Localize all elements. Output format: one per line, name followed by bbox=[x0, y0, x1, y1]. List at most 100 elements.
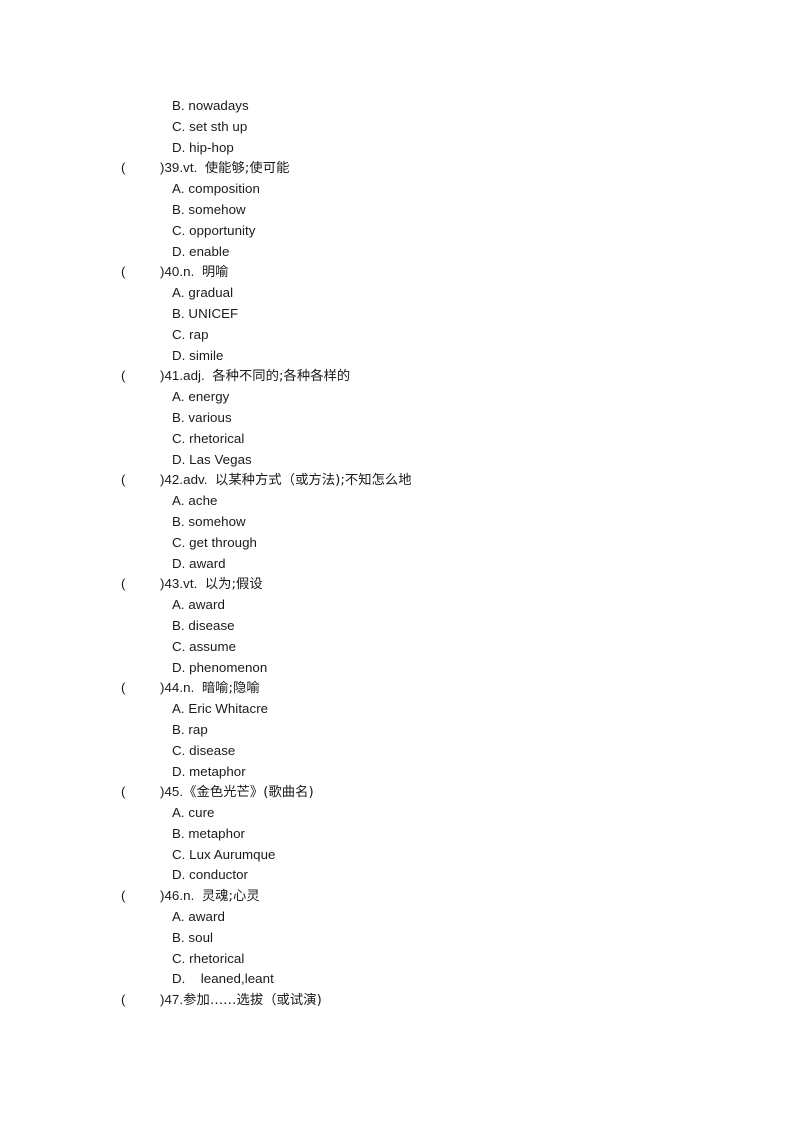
question-prompt: 使能够;使可能 bbox=[204, 161, 290, 177]
question-stem: () 47. 参加……选拔（或试演) bbox=[121, 990, 721, 1011]
option-row[interactable]: A. award bbox=[121, 595, 721, 616]
option-text: rap bbox=[188, 721, 208, 737]
option-row[interactable]: A. gradual bbox=[121, 283, 721, 304]
option-row[interactable]: A. energy bbox=[121, 387, 721, 408]
option-row[interactable]: C. set sth up bbox=[121, 117, 721, 138]
option-text: phenomenon bbox=[189, 659, 268, 675]
answer-blank[interactable]: ( bbox=[121, 782, 160, 803]
option-text: disease bbox=[188, 617, 235, 633]
option-text: assume bbox=[189, 638, 237, 654]
option-text: gradual bbox=[188, 285, 234, 301]
option-text: rhetorical bbox=[189, 950, 245, 966]
answer-blank[interactable]: ( bbox=[121, 366, 160, 387]
option-row[interactable]: B. disease bbox=[121, 616, 721, 637]
option-row[interactable]: B. somehow bbox=[121, 200, 721, 221]
option-row[interactable]: D. phenomenon bbox=[121, 658, 721, 679]
question-prompt: 《金色光芒》(歌曲名) bbox=[183, 785, 314, 801]
option-letter: A. bbox=[172, 389, 185, 405]
option-row[interactable]: D. award bbox=[121, 554, 721, 575]
option-letter: B. bbox=[172, 929, 185, 945]
option-row[interactable]: D. enable bbox=[121, 242, 721, 263]
option-row[interactable]: A. ache bbox=[121, 491, 721, 512]
option-text: conductor bbox=[189, 867, 249, 883]
option-text: opportunity bbox=[189, 222, 256, 238]
question-prompt: 参加……选拔（或试演) bbox=[183, 993, 322, 1009]
part-of-speech: n. bbox=[183, 264, 195, 280]
option-row[interactable]: B. rap bbox=[121, 720, 721, 741]
option-row[interactable]: B. soul bbox=[121, 928, 721, 949]
option-row[interactable]: D. metaphor bbox=[121, 762, 721, 783]
option-text: metaphor bbox=[188, 825, 245, 841]
option-row[interactable]: D. hip-hop bbox=[121, 138, 721, 159]
part-of-speech: vt. bbox=[183, 160, 198, 176]
option-row[interactable]: D. leaned,leant bbox=[121, 969, 721, 990]
question-number: 46. bbox=[164, 888, 184, 904]
option-letter: C. bbox=[172, 430, 186, 446]
option-row[interactable]: C. opportunity bbox=[121, 221, 721, 242]
part-of-speech: vt. bbox=[183, 576, 198, 592]
option-row[interactable]: C. rap bbox=[121, 325, 721, 346]
option-row[interactable]: B. somehow bbox=[121, 512, 721, 533]
answer-blank[interactable]: ( bbox=[121, 574, 160, 595]
option-row[interactable]: D. simile bbox=[121, 346, 721, 367]
option-letter: A. bbox=[172, 909, 185, 925]
option-letter: A. bbox=[172, 181, 185, 197]
question-prompt: 明喻 bbox=[201, 265, 229, 281]
option-letter: D. bbox=[172, 867, 186, 883]
option-letter: B. bbox=[172, 825, 185, 841]
question-stem: () 45. 《金色光芒》(歌曲名) bbox=[121, 782, 721, 803]
option-text: hip-hop bbox=[189, 139, 234, 155]
option-text: soul bbox=[188, 929, 214, 945]
question-number: 47. bbox=[164, 992, 184, 1008]
option-row[interactable]: C. assume bbox=[121, 637, 721, 658]
option-text: somehow bbox=[188, 513, 246, 529]
option-letter: B. bbox=[172, 98, 185, 113]
question-stem: () 44. n. 暗喻;隐喻 bbox=[121, 678, 721, 699]
option-letter: A. bbox=[172, 597, 185, 613]
option-row[interactable]: A. cure bbox=[121, 803, 721, 824]
option-row[interactable]: A. composition bbox=[121, 179, 721, 200]
option-letter: C. bbox=[172, 326, 186, 342]
option-text: simile bbox=[189, 347, 224, 363]
question-number: 45. bbox=[164, 784, 184, 800]
answer-blank[interactable]: ( bbox=[121, 470, 160, 491]
option-letter: A. bbox=[172, 701, 185, 717]
document-page: B. nowadays C. set sth up D. hip-hop() 39. v… bbox=[0, 0, 794, 1123]
option-row[interactable]: D. conductor bbox=[121, 865, 721, 886]
option-text: enable bbox=[189, 243, 230, 259]
option-letter: B. bbox=[172, 305, 185, 321]
option-row[interactable]: C. get through bbox=[121, 533, 721, 554]
answer-blank[interactable]: ( bbox=[121, 990, 160, 1011]
option-row[interactable]: B. various bbox=[121, 408, 721, 429]
part-of-speech: adj. bbox=[183, 368, 205, 384]
option-row[interactable]: C. rhetorical bbox=[121, 429, 721, 450]
option-letter: C. bbox=[172, 118, 186, 134]
option-text: nowadays bbox=[188, 98, 249, 113]
answer-blank[interactable]: ( bbox=[121, 262, 160, 283]
option-row[interactable]: C. rhetorical bbox=[121, 949, 721, 970]
question-number: 43. bbox=[164, 576, 184, 592]
option-letter: B. bbox=[172, 409, 185, 425]
option-row[interactable]: C. Lux Aurumque bbox=[121, 845, 721, 866]
option-row[interactable]: C. disease bbox=[121, 741, 721, 762]
part-of-speech: n. bbox=[183, 888, 195, 904]
option-text: ache bbox=[188, 493, 218, 509]
question-stem: () 46. n. 灵魂;心灵 bbox=[121, 886, 721, 907]
question-prompt: 灵魂;心灵 bbox=[201, 889, 260, 905]
option-row[interactable]: B. UNICEF bbox=[121, 304, 721, 325]
answer-blank[interactable]: ( bbox=[121, 886, 160, 907]
answer-blank[interactable]: ( bbox=[121, 158, 160, 179]
question-list: B. nowadays C. set sth up D. hip-hop() 39. v… bbox=[121, 96, 721, 1011]
option-row[interactable]: B. metaphor bbox=[121, 824, 721, 845]
option-text: cure bbox=[188, 805, 215, 821]
option-row[interactable]: B. nowadays bbox=[121, 96, 721, 117]
option-row[interactable]: D. Las Vegas bbox=[121, 450, 721, 471]
option-letter: C. bbox=[172, 222, 186, 238]
option-letter: C. bbox=[172, 950, 186, 966]
question-number: 41. bbox=[164, 368, 184, 384]
option-row[interactable]: A. award bbox=[121, 907, 721, 928]
option-text: composition bbox=[188, 181, 260, 197]
option-row[interactable]: A. Eric Whitacre bbox=[121, 699, 721, 720]
option-text: disease bbox=[189, 742, 236, 758]
answer-blank[interactable]: ( bbox=[121, 678, 160, 699]
